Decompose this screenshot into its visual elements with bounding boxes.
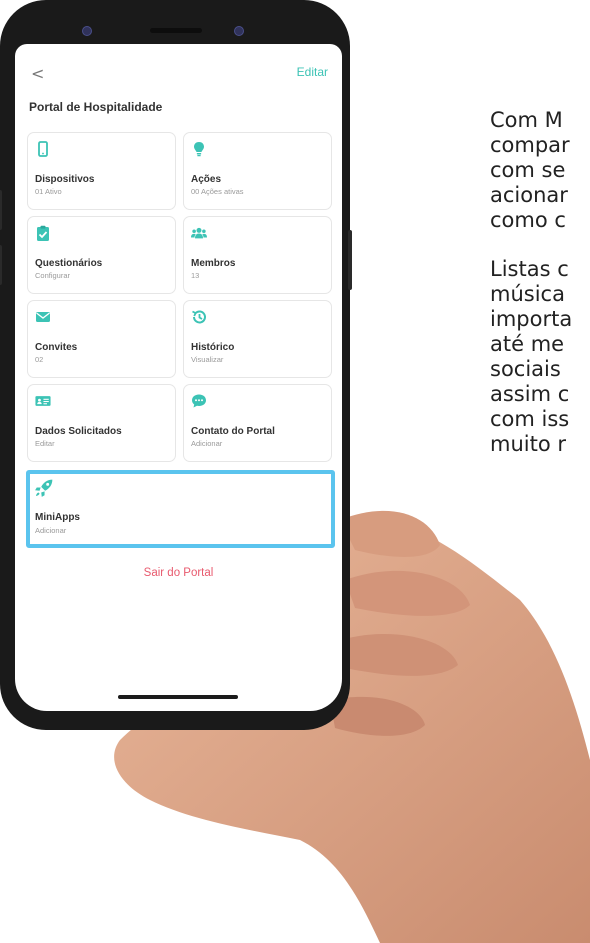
card-label: Dispositivos xyxy=(35,174,95,185)
card-label: MiniApps xyxy=(35,512,80,523)
card-subtitle: Adicionar xyxy=(191,439,223,448)
card-subtitle: Adicionar xyxy=(35,526,67,535)
card-miniapps[interactable]: MiniApps Adicionar xyxy=(26,470,335,548)
card-dados-solicitados[interactable]: Dados Solicitados Editar xyxy=(27,384,176,462)
home-indicator xyxy=(118,695,238,699)
history-icon xyxy=(192,310,206,324)
card-subtitle: Configurar xyxy=(35,271,71,280)
page-title: Portal de Hospitalidade xyxy=(29,100,163,114)
lightbulb-icon xyxy=(194,142,204,157)
text-line: importa xyxy=(490,307,573,331)
paragraph: Listas c música importa até me sociais a… xyxy=(490,257,590,457)
card-label: Histórico xyxy=(191,342,235,353)
text-line: acionar xyxy=(490,183,568,207)
card-subtitle: 02 xyxy=(35,355,44,364)
top-bar: < Editar xyxy=(15,64,342,84)
card-label: Dados Solicitados xyxy=(35,426,122,437)
phone-side-button xyxy=(348,230,352,290)
card-label: Convites xyxy=(35,342,78,353)
text-line: compar xyxy=(490,133,570,157)
users-icon xyxy=(191,227,207,239)
card-convites[interactable]: Convites 02 xyxy=(27,300,176,378)
card-dispositivos[interactable]: Dispositivos 01 Ativo xyxy=(27,132,176,210)
back-button[interactable]: < xyxy=(31,64,44,83)
text-line: até me xyxy=(490,332,565,356)
leave-portal-button[interactable]: Sair do Portal xyxy=(15,567,342,579)
speaker-grille xyxy=(150,28,202,33)
camera-icon xyxy=(82,26,92,36)
text-line: com iss xyxy=(490,407,570,431)
card-historico[interactable]: Histórico Visualizar xyxy=(183,300,332,378)
card-membros[interactable]: Membros 13 xyxy=(183,216,332,294)
text-line: muito r xyxy=(490,432,566,456)
card-subtitle: 13 xyxy=(191,271,200,280)
text-line: assim c xyxy=(490,382,570,406)
card-subtitle: 01 Ativo xyxy=(35,187,62,196)
id-card-icon xyxy=(35,396,51,406)
app-screen: < Editar Portal de Hospitalidade Disposi… xyxy=(15,44,342,711)
text-line: com se xyxy=(490,158,566,182)
card-label: Membros xyxy=(191,258,236,269)
clipboard-check-icon xyxy=(37,225,49,241)
card-label: Contato do Portal xyxy=(191,426,275,437)
paragraph: Com M compar com se acionar como c xyxy=(490,108,590,233)
rocket-icon xyxy=(35,479,53,497)
card-acoes[interactable]: Ações 00 Ações ativas xyxy=(183,132,332,210)
side-description: Com M compar com se acionar como c Lista… xyxy=(490,108,590,481)
text-line: Listas c xyxy=(490,257,569,281)
card-label: Questionários xyxy=(35,258,103,269)
card-subtitle: 00 Ações ativas xyxy=(191,187,244,196)
card-subtitle: Editar xyxy=(35,439,55,448)
text-line: sociais xyxy=(490,357,561,381)
card-questionarios[interactable]: Questionários Configurar xyxy=(27,216,176,294)
phone-side-button xyxy=(0,190,2,230)
text-line: música xyxy=(490,282,565,306)
card-contato-do-portal[interactable]: Contato do Portal Adicionar xyxy=(183,384,332,462)
edit-button[interactable]: Editar xyxy=(297,65,328,79)
card-subtitle: Visualizar xyxy=(191,355,224,364)
card-label: Ações xyxy=(191,174,222,185)
camera-icon xyxy=(234,26,244,36)
text-line: Com M xyxy=(490,108,563,132)
text-line: como c xyxy=(490,208,566,232)
chat-bubble-icon xyxy=(192,394,206,408)
phone-frame: < Editar Portal de Hospitalidade Disposi… xyxy=(0,0,352,730)
smartphone-icon xyxy=(38,141,48,157)
envelope-icon xyxy=(36,312,50,322)
phone-side-button xyxy=(0,245,2,285)
